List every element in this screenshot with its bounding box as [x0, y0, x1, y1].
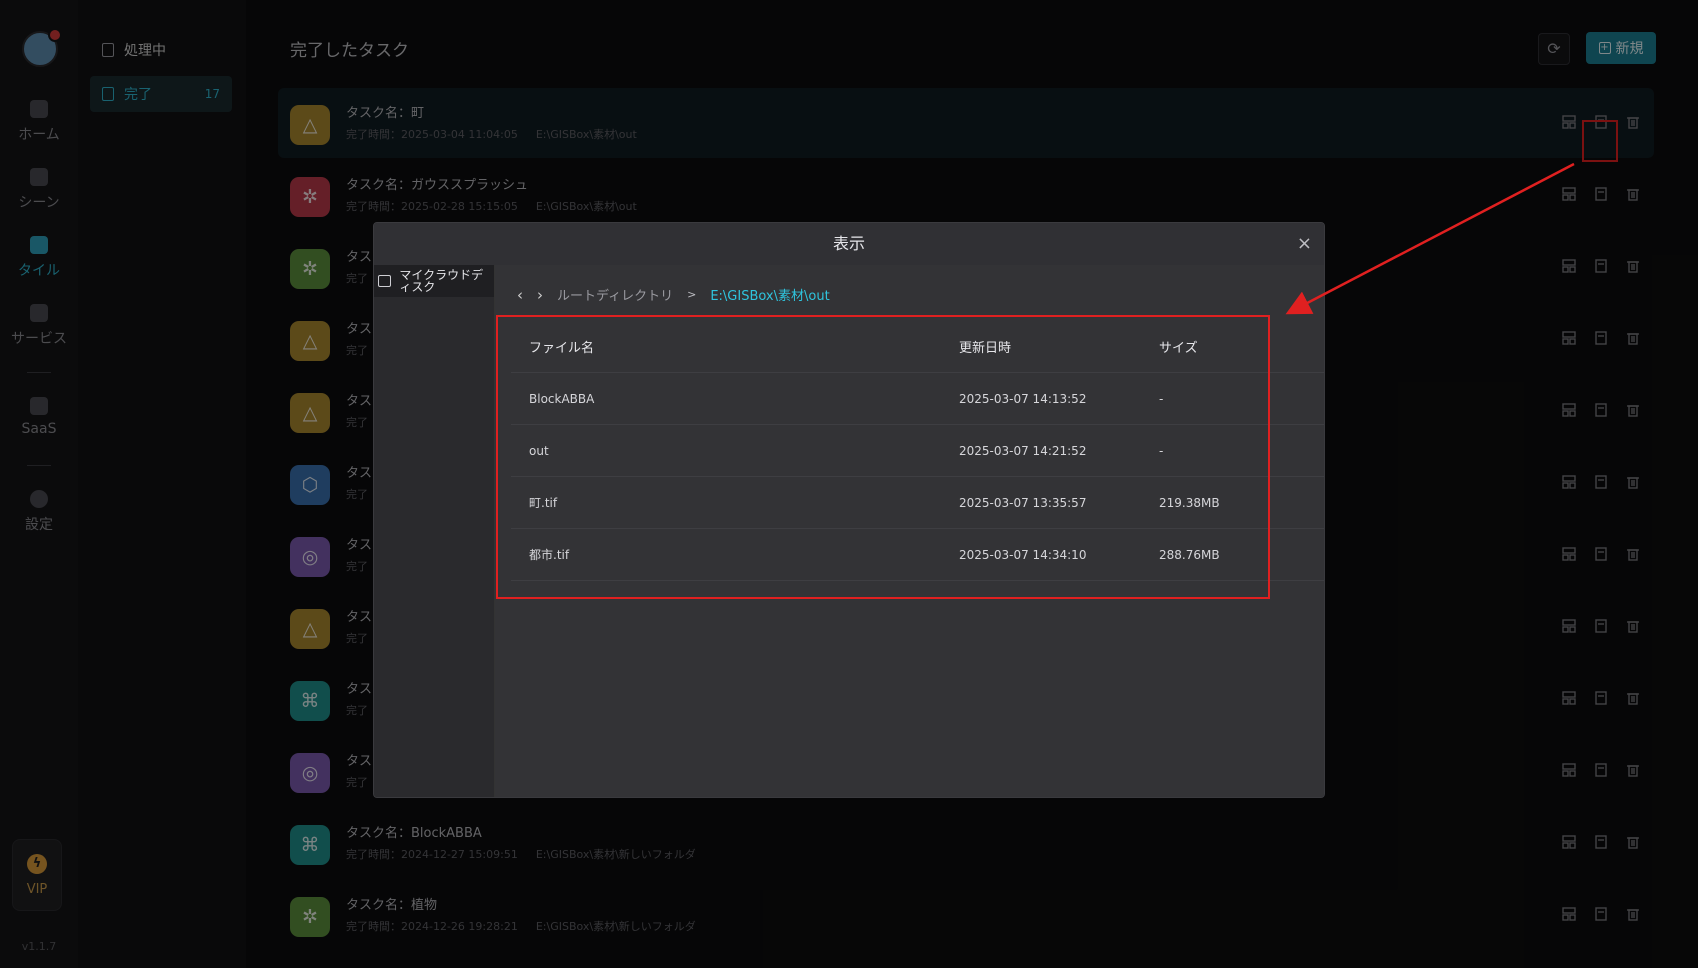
breadcrumb-root[interactable]: ルートディレクトリ	[557, 285, 673, 304]
sidebar-item-cloud-disk[interactable]: マイクラウドディスク	[374, 265, 494, 297]
cloud-disk-label: マイクラウドディスク	[399, 268, 484, 294]
breadcrumb-current[interactable]: E:\GISBox\素材\out	[710, 285, 829, 304]
dialog-sidebar: マイクラウドディスク	[374, 265, 495, 797]
forward-chevron-icon[interactable]: ›	[537, 286, 543, 304]
breadcrumb-separator: >	[687, 288, 697, 301]
disk-icon	[378, 275, 392, 287]
back-chevron-icon[interactable]: ‹	[517, 286, 523, 304]
dialog-title: 表示	[832, 234, 865, 253]
close-icon[interactable]: ×	[1297, 223, 1312, 265]
dialog-header: 表示 ×	[374, 223, 1324, 265]
breadcrumb: ‹ › ルートディレクトリ > E:\GISBox\素材\out	[517, 285, 830, 305]
highlight-box-file-table	[496, 315, 1270, 599]
